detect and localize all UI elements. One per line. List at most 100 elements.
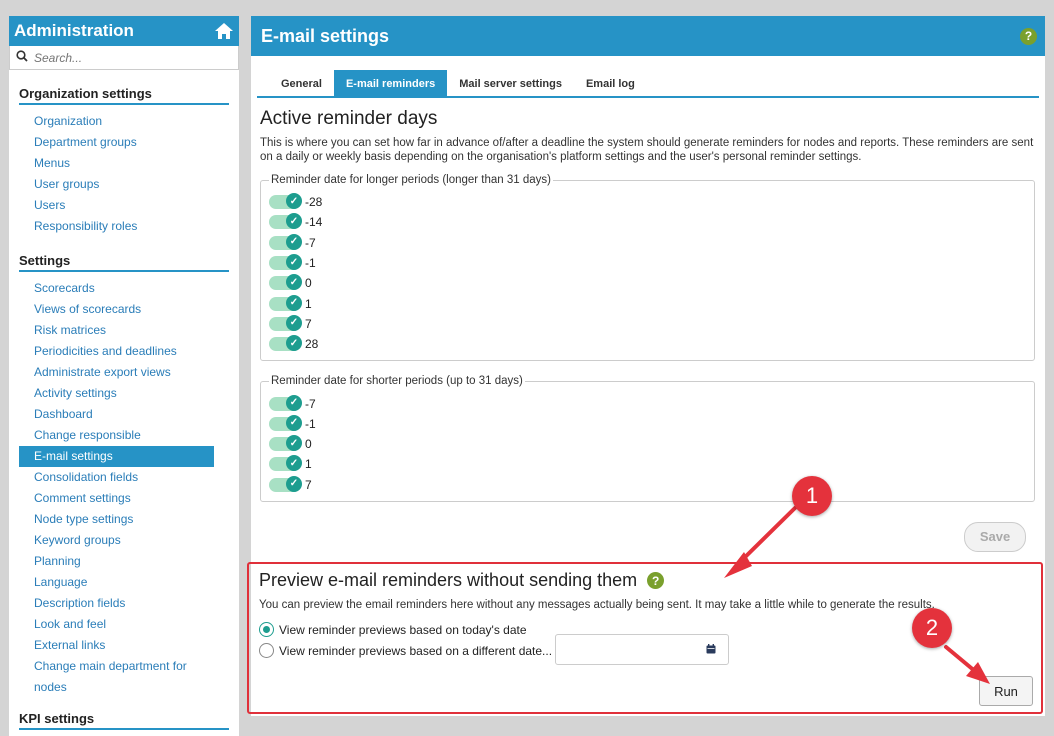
section-heading-active-days: Active reminder days	[260, 108, 438, 129]
radio-today[interactable]	[259, 622, 274, 637]
admin-sidebar: Administration Organization settings Org…	[9, 16, 239, 736]
reminder-day-label: 7	[305, 477, 312, 492]
step-marker-1: 1	[792, 476, 832, 516]
sidebar-item-change-responsible[interactable]: Change responsible	[19, 425, 229, 446]
sidebar-section-organization: Organization settings Organization Depar…	[9, 86, 239, 237]
tab-mail-server-settings[interactable]: Mail server settings	[447, 70, 574, 98]
sidebar-item-consolidation-fields[interactable]: Consolidation fields	[19, 467, 229, 488]
reminder-day-row: ✓ 1	[269, 293, 1026, 313]
shorter-periods-legend: Reminder date for shorter periods (up to…	[271, 375, 523, 388]
sidebar-item-change-main-department[interactable]: Change main department for	[19, 656, 229, 677]
tab-bar: General E-mail reminders Mail server set…	[257, 56, 1039, 98]
reminder-toggle[interactable]: ✓	[269, 394, 302, 411]
preview-heading: Preview e-mail reminders without sending…	[259, 570, 638, 590]
reminder-toggle[interactable]: ✓	[269, 314, 302, 331]
sidebar-item-node-type-settings[interactable]: Node type settings	[19, 509, 229, 530]
reminder-day-label: -1	[305, 256, 316, 271]
sidebar-item-external-links[interactable]: External links	[19, 635, 229, 656]
section-heading: Organization settings	[19, 86, 229, 105]
reminder-toggle[interactable]: ✓	[269, 414, 302, 431]
sidebar-item-dashboard[interactable]: Dashboard	[19, 404, 229, 425]
sidebar-header: Administration	[9, 16, 239, 46]
reminder-day-label: -7	[305, 396, 316, 411]
sidebar-item-menus[interactable]: Menus	[19, 153, 229, 174]
sidebar-search	[9, 46, 239, 70]
reminder-day-label: 1	[305, 457, 312, 472]
sidebar-item-language[interactable]: Language	[19, 572, 229, 593]
reminder-day-label: 0	[305, 437, 312, 452]
tab-email-reminders[interactable]: E-mail reminders	[333, 70, 448, 98]
sidebar-title: Administration	[14, 21, 134, 40]
reminder-toggle[interactable]: ✓	[269, 455, 302, 472]
save-button[interactable]: Save	[964, 521, 1026, 552]
reminder-day-row: ✓ -28	[269, 192, 1026, 212]
radio-other-date-label: View reminder previews based on a differ…	[279, 643, 553, 658]
sidebar-item-periodicities[interactable]: Periodicities and deadlines	[19, 341, 229, 362]
reminder-day-row: ✓ -14	[269, 212, 1026, 232]
help-icon[interactable]: ?	[1020, 27, 1037, 45]
radio-other-date[interactable]	[259, 643, 274, 658]
longer-periods-legend: Reminder date for longer periods (longer…	[271, 174, 551, 186]
reminder-toggle[interactable]: ✓	[269, 294, 302, 311]
sidebar-item-activity-settings[interactable]: Activity settings	[19, 383, 229, 404]
step-marker-2: 2	[912, 608, 952, 648]
sidebar-item-description-fields[interactable]: Description fields	[19, 593, 229, 614]
sidebar-item-risk-matrices[interactable]: Risk matrices	[19, 320, 229, 341]
check-icon: ✓	[286, 213, 302, 230]
reminder-day-label: 28	[305, 337, 319, 352]
sidebar-item-department-groups[interactable]: Department groups	[19, 132, 229, 153]
sidebar-item-user-groups[interactable]: User groups	[19, 174, 229, 195]
section-heading: KPI settings	[19, 711, 229, 730]
sidebar-item-look-and-feel[interactable]: Look and feel	[19, 614, 229, 635]
run-button[interactable]: Run	[979, 676, 1033, 706]
calendar-icon[interactable]	[706, 643, 716, 657]
date-input[interactable]	[555, 634, 729, 665]
reminder-toggle[interactable]: ✓	[269, 233, 302, 250]
reminder-toggle[interactable]: ✓	[269, 274, 302, 291]
check-icon: ✓	[286, 314, 302, 331]
reminder-toggle[interactable]: ✓	[269, 475, 302, 492]
preview-description: You can preview the email reminders here…	[259, 599, 935, 611]
longer-periods-group: Reminder date for longer periods (longer…	[260, 174, 1035, 362]
sidebar-item-comment-settings[interactable]: Comment settings	[19, 488, 229, 509]
reminder-toggle[interactable]: ✓	[269, 335, 302, 352]
reminder-day-row: ✓ -1	[269, 253, 1026, 273]
sidebar-item-change-main-department-cont[interactable]: nodes	[19, 677, 229, 698]
reminder-day-label: 7	[305, 316, 312, 331]
reminder-toggle[interactable]: ✓	[269, 435, 302, 452]
home-icon[interactable]	[214, 22, 234, 40]
sidebar-item-planning[interactable]: Planning	[19, 551, 229, 572]
check-icon: ✓	[286, 475, 302, 492]
sidebar-item-keyword-groups[interactable]: Keyword groups	[19, 530, 229, 551]
tab-general[interactable]: General	[269, 70, 334, 98]
reminder-day-label: -14	[305, 215, 323, 230]
check-icon: ✓	[286, 414, 302, 431]
reminder-day-row: ✓ 0	[269, 273, 1026, 293]
check-icon: ✓	[286, 435, 302, 452]
search-input[interactable]	[32, 49, 222, 66]
check-icon: ✓	[286, 233, 302, 250]
reminder-day-row: ✓ 28	[269, 334, 1026, 354]
active-days-description: This is where you can set how far in adv…	[260, 137, 1034, 163]
sidebar-item-email-settings[interactable]: E-mail settings	[19, 446, 214, 467]
reminder-toggle[interactable]: ✓	[269, 254, 302, 271]
help-icon[interactable]: ?	[647, 572, 665, 589]
check-icon: ✓	[286, 294, 302, 311]
reminder-toggle[interactable]: ✓	[269, 193, 302, 210]
sidebar-item-export-views[interactable]: Administrate export views	[19, 362, 229, 383]
sidebar-item-responsibility-roles[interactable]: Responsibility roles	[19, 216, 229, 237]
reminder-toggle[interactable]: ✓	[269, 213, 302, 230]
check-icon: ✓	[286, 335, 302, 352]
reminder-day-row: ✓ 7	[269, 314, 1026, 334]
reminder-day-row: ✓ 7	[269, 475, 1026, 495]
reminder-day-row: ✓ 1	[269, 454, 1026, 474]
sidebar-item-users[interactable]: Users	[19, 195, 229, 216]
sidebar-item-organization[interactable]: Organization	[19, 111, 229, 132]
tab-email-log[interactable]: Email log	[574, 70, 647, 98]
panel-header: E-mail settings ?	[251, 16, 1045, 56]
sidebar-item-scorecards[interactable]: Scorecards	[19, 278, 229, 299]
reminder-day-label: -28	[305, 195, 323, 210]
sidebar-item-views-of-scorecards[interactable]: Views of scorecards	[19, 299, 229, 320]
search-icon	[16, 50, 28, 65]
section-heading: Settings	[19, 253, 229, 272]
